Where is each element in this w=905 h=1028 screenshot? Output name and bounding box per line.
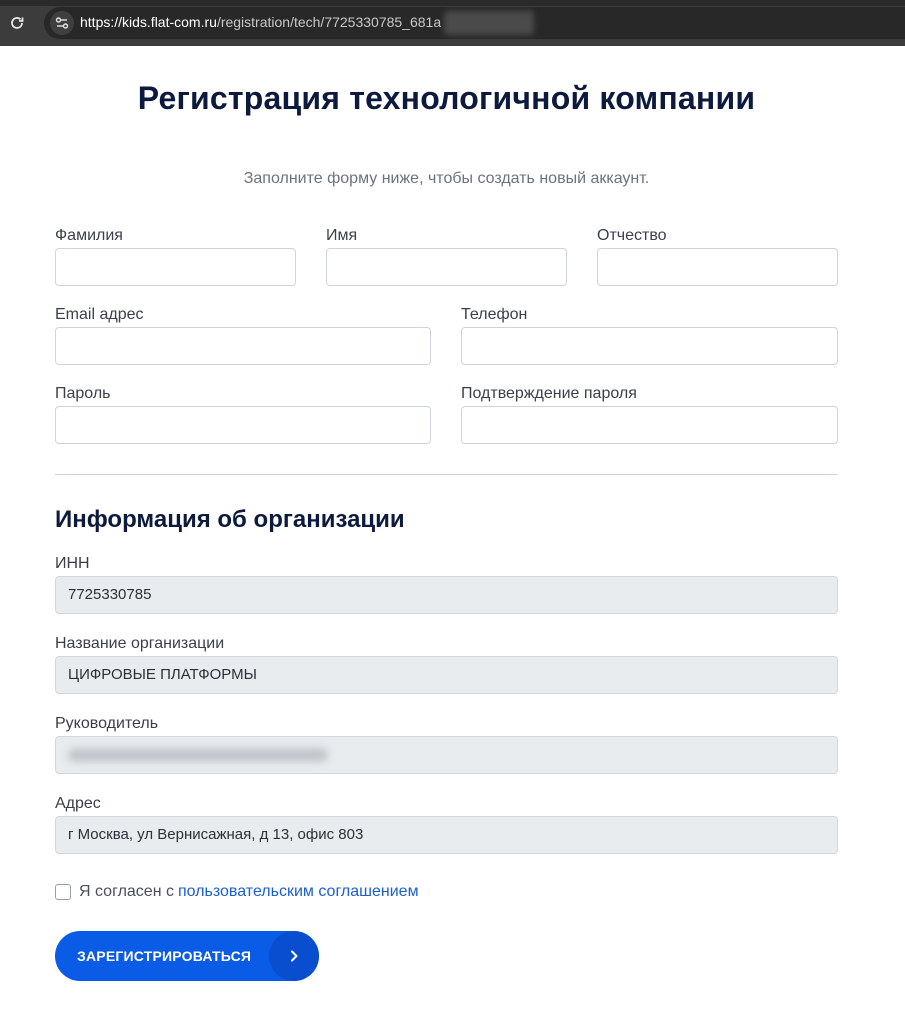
reload-icon[interactable] [8,14,26,32]
email-label: Email адрес [55,306,144,323]
org-name-field: Название организации ЦИФРОВЫЕ ПЛАТФОРМЫ [55,634,838,694]
email-input[interactable] [55,327,431,365]
inn-input[interactable]: 7725330785 [55,576,838,614]
last-name-input[interactable] [55,248,296,286]
org-name-input[interactable]: ЦИФРОВЫЕ ПЛАТФОРМЫ [55,656,838,694]
password-confirm-label: Подтверждение пароля [461,385,637,402]
address-field: Адрес г Москва, ул Вернисажная, д 13, оф… [55,794,838,854]
tab-strip [0,0,905,6]
url-redacted [444,11,534,35]
password-input[interactable] [55,406,431,444]
inn-field: ИНН 7725330785 [55,554,838,614]
agreement-checkbox[interactable] [55,884,71,900]
section-divider [55,474,838,475]
director-input[interactable] [55,736,838,774]
url-path: /registration/tech/7725330785_681a [216,14,442,30]
page-subtitle: Заполните форму ниже, чтобы создать новы… [243,170,650,187]
address-input[interactable]: г Москва, ул Вернисажная, д 13, офис 803 [55,816,838,854]
register-button[interactable]: ЗАРЕГИСТРИРОВАТЬСЯ [55,931,319,981]
password-field: Пароль [55,384,431,444]
phone-label: Телефон [461,306,528,323]
password-label: Пароль [55,385,111,402]
register-button-label: ЗАРЕГИСТРИРОВАТЬСЯ [77,948,252,964]
phone-field: Телефон [461,305,838,365]
middle-name-label: Отчество [597,227,667,244]
first-name-label: Имя [326,227,358,244]
director-field: Руководитель [55,714,838,774]
email-field: Email адрес [55,305,431,365]
agreement-text: Я согласен с [79,883,174,900]
browser-toolbar: https://kids.flat-com.ru/registration/te… [0,0,905,46]
director-label: Руководитель [55,715,159,732]
url-text[interactable]: https://kids.flat-com.ru/registration/te… [80,14,441,30]
address-label: Адрес [55,795,101,812]
org-name-label: Название организации [55,635,225,652]
url-host: https://kids.flat-com.ru [80,14,217,30]
last-name-field: Фамилия [55,226,296,286]
password-confirm-field: Подтверждение пароля [461,384,838,444]
organization-section-title: Информация об организации [55,506,405,533]
middle-name-field: Отчество [597,226,838,286]
site-settings-icon[interactable] [50,11,74,35]
middle-name-input[interactable] [597,248,838,286]
chevron-right-icon [269,931,319,981]
password-confirm-input[interactable] [461,406,838,444]
agreement-row: Я согласен с пользовательским соглашение… [55,882,419,902]
director-redacted [68,748,328,762]
last-name-label: Фамилия [55,227,123,244]
page-title: Регистрация технологичной компании [137,80,756,116]
address-bar[interactable]: https://kids.flat-com.ru/registration/te… [44,7,905,39]
phone-input[interactable] [461,327,838,365]
first-name-input[interactable] [326,248,567,286]
inn-label: ИНН [55,555,90,572]
agreement-link[interactable]: пользовательским соглашением [178,883,419,901]
first-name-field: Имя [326,226,567,286]
